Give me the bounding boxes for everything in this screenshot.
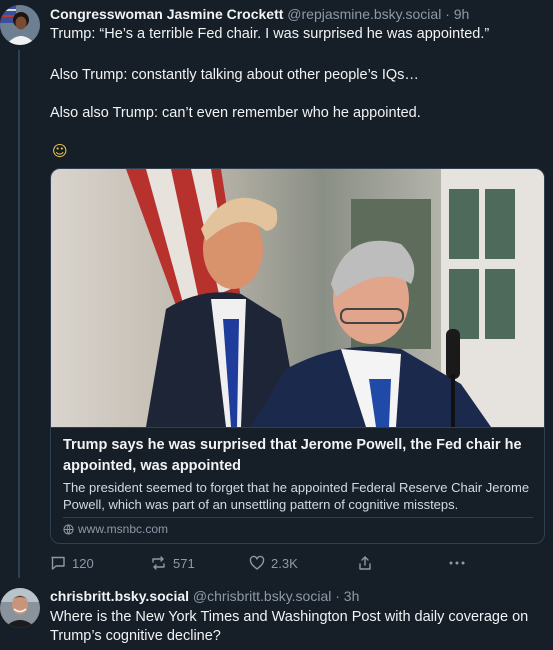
share-button[interactable]	[357, 555, 373, 571]
avatar-image	[0, 588, 40, 628]
like-button[interactable]: 2.3K	[249, 555, 298, 571]
share-icon	[359, 556, 371, 570]
post-paragraph: Where is the New York Times and Washingt…	[50, 609, 532, 644]
post-time[interactable]: 9h	[454, 6, 470, 22]
reply-button[interactable]: 120	[50, 555, 94, 571]
card-title[interactable]: Trump says he was surprised that Jerome …	[63, 435, 533, 477]
author-handle[interactable]: @repjasmine.bsky.social	[287, 6, 441, 22]
post-actions: 120 571 2.3K	[50, 555, 470, 575]
repost-icon	[152, 556, 165, 570]
repost-button[interactable]: 571	[150, 555, 195, 571]
post-body: Also also Trump: can’t even remember who…	[50, 104, 421, 123]
link-card[interactable]: Trump says he was surprised that Jerome …	[50, 168, 545, 544]
post-paragraph: Trump: “He’s a terrible Fed chair. I was…	[50, 26, 490, 42]
reply-icon	[51, 556, 65, 570]
post-body: Also Trump: constantly talking about oth…	[50, 66, 419, 85]
avatar[interactable]	[0, 5, 40, 45]
like-count: 2.3K	[271, 555, 298, 571]
globe-icon	[63, 523, 74, 535]
post-body: Where is the New York Times and Washingt…	[50, 608, 540, 646]
card-divider	[63, 517, 533, 518]
more-options-button[interactable]	[448, 555, 466, 571]
more-icon	[449, 561, 465, 565]
post-paragraph: Also also Trump: can’t even remember who…	[50, 105, 421, 121]
repost-count: 571	[173, 555, 195, 571]
reply-count: 120	[72, 555, 94, 571]
card-domain[interactable]: www.msnbc.com	[63, 522, 168, 536]
card-domain-text: www.msnbc.com	[78, 522, 169, 536]
smiling-emoji: ☺	[52, 142, 68, 160]
separator-dot: ·	[335, 588, 340, 604]
post-body: Trump: “He’s a terrible Fed chair. I was…	[50, 25, 489, 44]
author-name[interactable]: Congresswoman Jasmine Crockett	[50, 6, 283, 22]
author-handle[interactable]: @chrisbritt.bsky.social	[193, 588, 331, 604]
post-header: Congresswoman Jasmine Crockett @repjasmi…	[50, 6, 469, 22]
post-time[interactable]: 3h	[344, 588, 360, 604]
card-divider	[51, 427, 544, 428]
card-description: The president seemed to forget that he a…	[63, 480, 530, 512]
thread-line	[18, 50, 20, 578]
separator-dot: ·	[445, 6, 450, 22]
post-header: chrisbritt.bsky.social @chrisbritt.bsky.…	[50, 588, 359, 604]
avatar-image	[0, 5, 40, 45]
post-paragraph: Also Trump: constantly talking about oth…	[50, 67, 419, 83]
heart-icon	[249, 555, 265, 570]
avatar[interactable]	[0, 588, 40, 628]
author-name[interactable]: chrisbritt.bsky.social	[50, 588, 189, 604]
card-thumbnail-image	[51, 169, 544, 427]
